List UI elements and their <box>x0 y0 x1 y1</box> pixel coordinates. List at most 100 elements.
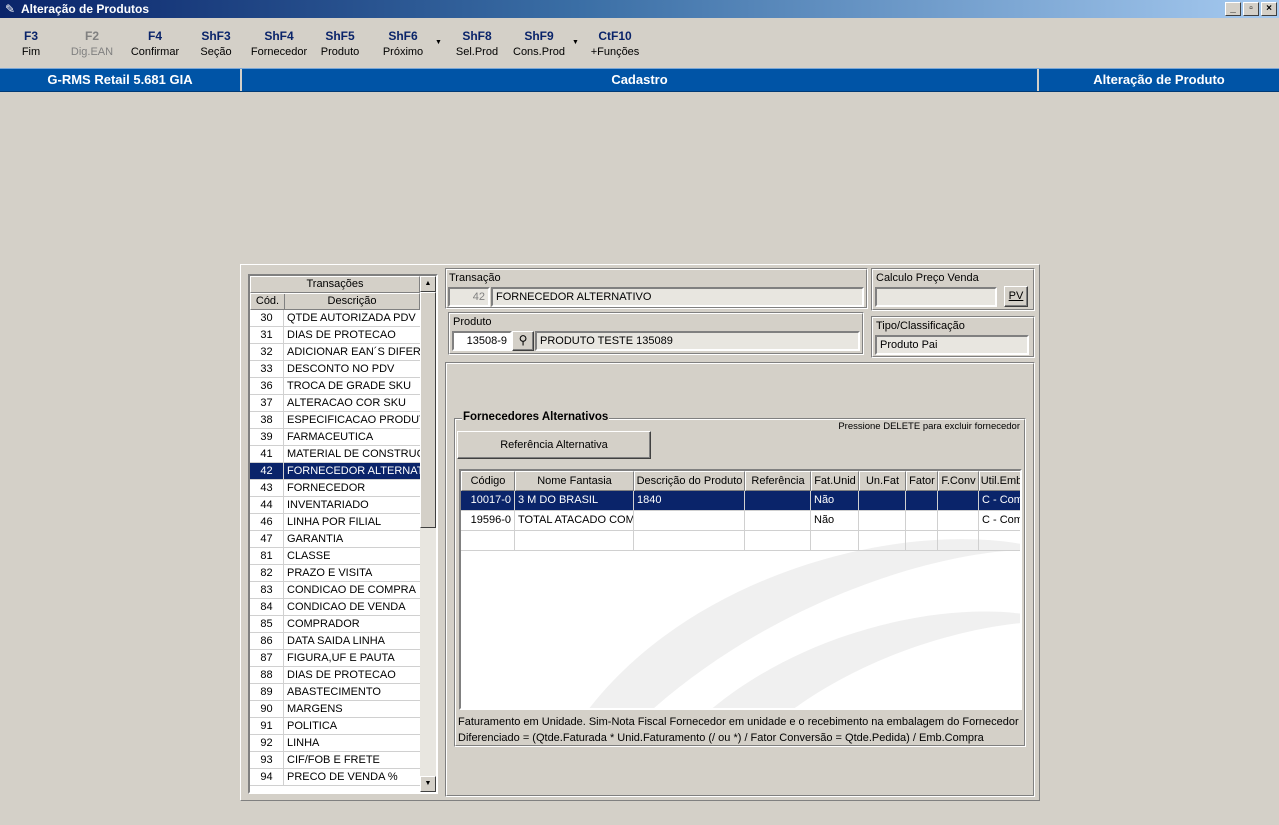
grid-column-header[interactable]: F.Conv <box>938 471 979 491</box>
grid-row[interactable]: 10017-0 3 M DO BRASIL 1840 Não C - Com <box>461 491 1020 511</box>
transaction-row[interactable]: 36 TROCA DE GRADE SKU <box>250 378 420 395</box>
toolbar-button-fim[interactable]: F3 Fim <box>14 28 48 58</box>
transaction-row[interactable]: 44 INVENTARIADO <box>250 497 420 514</box>
dropdown-arrow-icon[interactable]: ▼ <box>572 39 579 46</box>
grid-cell[interactable] <box>906 511 938 531</box>
grid-cell[interactable]: Não <box>811 491 859 511</box>
transaction-row[interactable]: 41MATERIAL DE CONSTRUCAO <box>250 446 420 463</box>
toolbar-button-fornecedor[interactable]: ShF4 Fornecedor <box>248 28 310 58</box>
pv-button[interactable]: PV <box>1004 286 1028 307</box>
grid-cell[interactable]: 1840 <box>634 491 745 511</box>
transactions-list[interactable]: Transações Cód. Descrição 30 QTDE AUTORIZ… <box>248 274 438 794</box>
transaction-row[interactable]: 37 ALTERACAO COR SKU <box>250 395 420 412</box>
column-header-code[interactable]: Cód. <box>251 294 285 309</box>
transaction-row[interactable]: 32ADICIONAR EAN´S DIFERENTES <box>250 344 420 361</box>
transacao-code-field[interactable]: 42 <box>448 287 490 307</box>
grid-cell[interactable]: TOTAL ATACADO COM. <box>515 511 634 531</box>
grid-column-header[interactable]: Descrição do Produto <box>634 471 745 491</box>
toolbar-button-sel-prod[interactable]: ShF8 Sel.Prod <box>454 28 500 58</box>
toolbar-button-funcoes[interactable]: CtF10 +Funções <box>588 28 642 58</box>
transaction-row[interactable]: 90 MARGENS <box>250 701 420 718</box>
transaction-row[interactable]: 46 LINHA POR FILIAL <box>250 514 420 531</box>
grid-row[interactable]: 19596-0 TOTAL ATACADO COM. Não C - Com <box>461 511 1020 531</box>
transaction-row[interactable]: 42FORNECEDOR ALTERNATIVO <box>250 463 420 480</box>
produto-code-field[interactable]: 13508-9 <box>452 331 512 351</box>
transaction-row[interactable]: 94 PRECO DE VENDA % <box>250 769 420 786</box>
transaction-row[interactable]: 89 ABASTECIMENTO <box>250 684 420 701</box>
grid-column-header[interactable]: Fat.Unid <box>811 471 859 491</box>
grid-column-header[interactable]: Referência <box>745 471 811 491</box>
scroll-up-icon[interactable]: ▲ <box>420 276 436 292</box>
grid-cell[interactable]: C - Com <box>979 511 1020 531</box>
transaction-row[interactable]: 88 DIAS DE PROTECAO <box>250 667 420 684</box>
grid-cell[interactable]: 3 M DO BRASIL <box>515 491 634 511</box>
transaction-row[interactable]: 91 POLITICA <box>250 718 420 735</box>
grid-cell[interactable] <box>938 531 979 551</box>
column-header-description[interactable]: Descrição <box>285 294 419 309</box>
transaction-row[interactable]: 84 CONDICAO DE VENDA <box>250 599 420 616</box>
transaction-row[interactable]: 31 DIAS DE PROTECAO <box>250 327 420 344</box>
fornecedores-grid[interactable]: Código Nome Fantasia Descrição do Produto R… <box>459 469 1022 710</box>
grid-cell[interactable] <box>745 511 811 531</box>
minimize-button[interactable]: _ <box>1225 2 1241 16</box>
grid-cell[interactable] <box>634 511 745 531</box>
grid-cell[interactable] <box>859 531 906 551</box>
grid-column-header[interactable]: Nome Fantasia <box>515 471 634 491</box>
transaction-code: 33 <box>250 361 284 377</box>
grid-cell[interactable] <box>979 531 1020 551</box>
transaction-row[interactable]: 93 CIF/FOB E FRETE <box>250 752 420 769</box>
transaction-row[interactable]: 85 COMPRADOR <box>250 616 420 633</box>
transactions-title: Transações <box>250 276 420 293</box>
transaction-row[interactable]: 43 FORNECEDOR <box>250 480 420 497</box>
grid-cell[interactable] <box>515 531 634 551</box>
grid-cell[interactable] <box>859 511 906 531</box>
transaction-row[interactable]: 39 FARMACEUTICA <box>250 429 420 446</box>
scroll-down-icon[interactable]: ▼ <box>420 776 436 792</box>
grid-cell[interactable] <box>938 511 979 531</box>
transaction-row[interactable]: 33 DESCONTO NO PDV <box>250 361 420 378</box>
toolbar-button-secao[interactable]: ShF3 Seção <box>196 28 236 58</box>
restore-button[interactable]: ▫ <box>1243 2 1259 16</box>
transaction-row[interactable]: 38 ESPECIFICACAO PRODUTO <box>250 412 420 429</box>
referencia-alternativa-button[interactable]: Referência Alternativa <box>457 431 651 459</box>
grid-cell[interactable] <box>461 531 515 551</box>
grid-cell[interactable] <box>906 531 938 551</box>
transaction-row[interactable]: 47 GARANTIA <box>250 531 420 548</box>
produto-desc-field: PRODUTO TESTE 135089 <box>535 331 860 351</box>
toolbar-button-proximo[interactable]: ShF6 Próximo <box>380 28 426 58</box>
grid-column-header[interactable]: Util.Emb <box>979 471 1020 491</box>
transaction-row[interactable]: 82 PRAZO E VISITA <box>250 565 420 582</box>
toolbar-button-confirmar[interactable]: F4 Confirmar <box>128 28 182 58</box>
binoculars-search-icon[interactable]: ⚲ <box>512 331 534 351</box>
scroll-thumb[interactable] <box>420 292 436 528</box>
transaction-row[interactable]: 92 LINHA <box>250 735 420 752</box>
grid-cell[interactable] <box>811 531 859 551</box>
grid-column-header[interactable]: Código <box>461 471 515 491</box>
transaction-row[interactable]: 81 CLASSE <box>250 548 420 565</box>
grid-cell[interactable] <box>745 531 811 551</box>
calculo-preco-field[interactable] <box>875 287 997 307</box>
transaction-row[interactable]: 83 CONDICAO DE COMPRA <box>250 582 420 599</box>
grid-cell[interactable] <box>859 491 906 511</box>
grid-row[interactable] <box>461 531 1020 551</box>
grid-column-header[interactable]: Fator <box>906 471 938 491</box>
dropdown-arrow-icon[interactable]: ▼ <box>435 39 442 46</box>
grid-cell[interactable]: C - Com <box>979 491 1020 511</box>
grid-cell[interactable] <box>634 531 745 551</box>
toolbar-button-produto[interactable]: ShF5 Produto <box>318 28 362 58</box>
transaction-code: 94 <box>250 769 284 785</box>
transaction-row[interactable]: 87 FIGURA,UF E PAUTA <box>250 650 420 667</box>
transaction-row[interactable]: 86 DATA SAIDA LINHA <box>250 633 420 650</box>
grid-cell[interactable] <box>938 491 979 511</box>
grid-column-header[interactable]: Un.Fat <box>859 471 906 491</box>
transaction-row[interactable]: 30 QTDE AUTORIZADA PDV <box>250 310 420 327</box>
grid-cell[interactable]: 19596-0 <box>461 511 515 531</box>
grid-cell[interactable] <box>906 491 938 511</box>
close-button[interactable]: × <box>1261 2 1277 16</box>
toolbar-button-dig-ean[interactable]: F2 Dig.EAN <box>68 28 116 58</box>
transactions-scrollbar[interactable]: ▲ ▼ <box>420 276 436 792</box>
grid-cell[interactable]: Não <box>811 511 859 531</box>
toolbar-button-cons-prod[interactable]: ShF9 Cons.Prod <box>512 28 566 58</box>
grid-cell[interactable]: 10017-0 <box>461 491 515 511</box>
grid-cell[interactable] <box>745 491 811 511</box>
